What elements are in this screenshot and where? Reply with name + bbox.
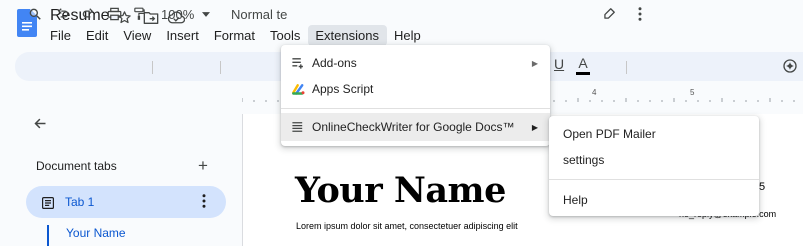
paint-format-icon[interactable]	[133, 7, 146, 21]
menu-item-onlinecheckwriter[interactable]: OnlineCheckWriter for Google Docs™ ▶	[281, 113, 550, 141]
menu-bar: File Edit View Insert Format Tools Exten…	[43, 24, 429, 46]
document-heading[interactable]: Your Name	[295, 170, 506, 211]
menu-item-apps-script[interactable]: Apps Script	[281, 75, 550, 103]
submenu-help[interactable]: Help	[563, 193, 588, 207]
menu-insert[interactable]: Insert	[159, 25, 207, 46]
submenu-arrow-icon: ▶	[531, 58, 538, 68]
document-body-text[interactable]: Lorem ipsum dolor sit amet, consectetuer…	[296, 221, 518, 231]
undo-icon[interactable]	[56, 7, 70, 21]
submenu-open-pdf-mailer[interactable]: Open PDF Mailer	[563, 127, 656, 141]
paragraph-style-value: Normal te	[231, 7, 288, 22]
apps-script-icon	[291, 82, 306, 99]
menu-extensions[interactable]: Extensions	[308, 24, 387, 46]
paragraph-style-select[interactable]: Normal te	[231, 7, 287, 22]
ruler-mark-4: 4	[592, 88, 597, 97]
menu-edit[interactable]: Edit	[79, 25, 116, 46]
addon-submenu: Open PDF Mailer settings Help	[549, 116, 759, 216]
menu-view[interactable]: View	[116, 25, 159, 46]
menu-help[interactable]: Help	[387, 25, 429, 46]
ruler-mark-5: 5	[690, 88, 695, 97]
redo-icon[interactable]	[81, 7, 95, 21]
highlight-pen-icon[interactable]	[602, 7, 616, 21]
text-color-button[interactable]: A	[576, 55, 590, 75]
document-tabs-heading: Document tabs	[36, 159, 117, 173]
more-options-icon[interactable]	[638, 7, 642, 21]
print-icon[interactable]	[107, 7, 122, 21]
add-ons-icon	[291, 56, 305, 73]
menu-file[interactable]: File	[43, 25, 79, 46]
extensions-menu: Add-ons ▶ Apps Script OnlineCheckWriter …	[281, 45, 550, 146]
search-menus-icon[interactable]	[28, 7, 42, 21]
text-color-swatch	[576, 72, 590, 75]
tab-item-tab-1[interactable]: Tab 1	[26, 186, 226, 218]
outline-active-indicator	[47, 225, 49, 246]
menu-tools[interactable]: Tools	[263, 25, 308, 46]
text-color-letter: A	[578, 55, 588, 71]
document-partial-text: 5	[759, 181, 766, 193]
gemini-sparkle-icon[interactable]	[782, 58, 798, 74]
chevron-down-icon	[202, 12, 211, 17]
tab-options-icon[interactable]	[202, 194, 206, 213]
tab-label: Tab 1	[65, 195, 95, 209]
menu-format[interactable]: Format	[207, 25, 263, 46]
submenu-arrow-icon: ▶	[531, 122, 538, 132]
menu-item-add-ons[interactable]: Add-ons ▶	[281, 49, 550, 77]
submenu-settings[interactable]: settings	[563, 153, 604, 167]
zoom-value: 100%	[161, 7, 195, 22]
zoom-select[interactable]: 100%	[161, 7, 211, 22]
underline-button[interactable]: U	[554, 56, 564, 72]
addon-list-icon	[291, 120, 305, 137]
outline-item-your-name[interactable]: Your Name	[66, 226, 126, 240]
add-tab-button[interactable]: +	[198, 157, 208, 174]
document-tab-icon	[42, 196, 54, 214]
back-arrow-icon[interactable]	[33, 116, 48, 136]
